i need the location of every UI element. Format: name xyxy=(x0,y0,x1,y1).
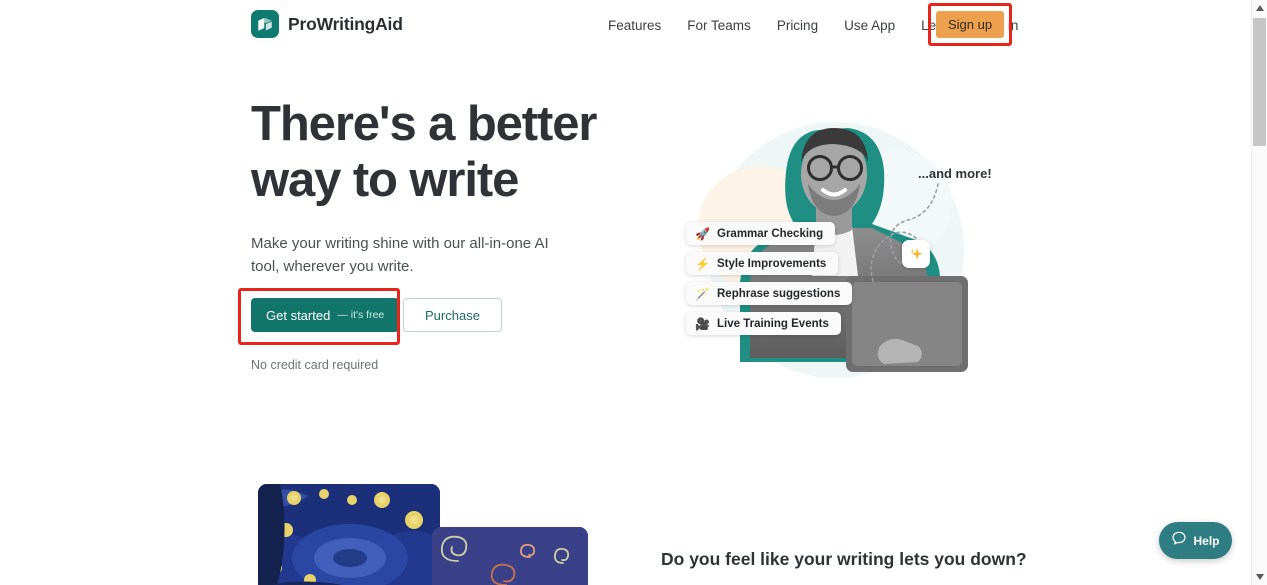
hero-title: There's a better way to write xyxy=(251,96,611,208)
nav-pricing[interactable]: Pricing xyxy=(764,12,831,39)
hero-copy-block: There's a better way to write Make your … xyxy=(238,96,611,372)
hero-illustration: 🚀 Grammar Checking ⚡ Style Improvements … xyxy=(640,100,1020,400)
signup-button-group: Sign up xyxy=(928,3,1012,46)
page-viewport: ProWritingAid Features For Teams Pricing… xyxy=(0,0,1251,585)
feature-pill-label: Grammar Checking xyxy=(717,227,824,240)
nav-for-teams[interactable]: For Teams xyxy=(674,12,764,39)
hero-title-line-1: There's a better xyxy=(251,97,597,151)
help-widget-button[interactable]: Help xyxy=(1159,522,1232,559)
lightning-icon: ⚡ xyxy=(695,256,710,271)
feature-pill-label: Style Improvements xyxy=(717,257,827,270)
get-started-button[interactable]: Get started — it's free xyxy=(251,298,400,332)
scrollbar-thumb[interactable] xyxy=(1253,18,1266,146)
nav-use-app[interactable]: Use App xyxy=(831,12,908,39)
purchase-button[interactable]: Purchase xyxy=(403,298,502,332)
chat-bubble-icon xyxy=(1171,530,1187,551)
starry-night-image-card xyxy=(258,484,440,585)
section-question-heading: Do you feel like your writing lets you d… xyxy=(661,549,1027,569)
get-started-label: Get started xyxy=(266,307,331,323)
hero-subtitle: Make your writing shine with our all-in-… xyxy=(251,235,549,275)
no-credit-card-note: No credit card required xyxy=(251,358,379,372)
feature-pill-label: Rephrase suggestions xyxy=(717,287,841,300)
help-widget-label: Help xyxy=(1193,533,1220,548)
scrollbar-up-arrow-icon[interactable] xyxy=(1252,0,1267,16)
video-camera-icon: 🎥 xyxy=(695,316,710,331)
hero-title-line-2: way to write xyxy=(251,153,519,207)
scrollbar-down-arrow-icon[interactable] xyxy=(1252,569,1267,585)
magic-wand-icon: 🪄 xyxy=(695,286,710,301)
brand-name: ProWritingAid xyxy=(288,13,403,34)
image-cards-row xyxy=(258,484,598,585)
feature-pill-style-improvements: ⚡ Style Improvements xyxy=(686,252,839,275)
nav-features[interactable]: Features xyxy=(595,12,674,39)
feature-pill-grammar-checking: 🚀 Grammar Checking xyxy=(686,222,836,245)
sparkle-icon xyxy=(902,240,930,268)
hero-cta-row: Get started — it's free Purchase xyxy=(238,288,611,345)
feature-pill-rephrase-suggestions: 🪄 Rephrase suggestions xyxy=(686,282,853,305)
feature-pill-list: 🚀 Grammar Checking ⚡ Style Improvements … xyxy=(686,222,853,335)
brand-logo-link[interactable]: ProWritingAid xyxy=(251,10,403,38)
signup-button[interactable]: Sign up xyxy=(936,11,1004,38)
feature-pill-label: Live Training Events xyxy=(717,317,829,330)
vertical-scrollbar[interactable] xyxy=(1251,0,1267,585)
browser-page: ProWritingAid Features For Teams Pricing… xyxy=(0,0,1267,585)
site-header: ProWritingAid Features For Teams Pricing… xyxy=(0,0,1251,50)
prowritingaid-book-logo-icon xyxy=(251,10,279,38)
and-more-annotation: ...and more! xyxy=(918,166,992,181)
feature-pill-live-training-events: 🎥 Live Training Events xyxy=(686,312,841,335)
get-started-free-note: — it's free xyxy=(337,309,385,321)
blue-doodle-image-card xyxy=(432,527,588,585)
rocket-icon: 🚀 xyxy=(695,226,710,241)
